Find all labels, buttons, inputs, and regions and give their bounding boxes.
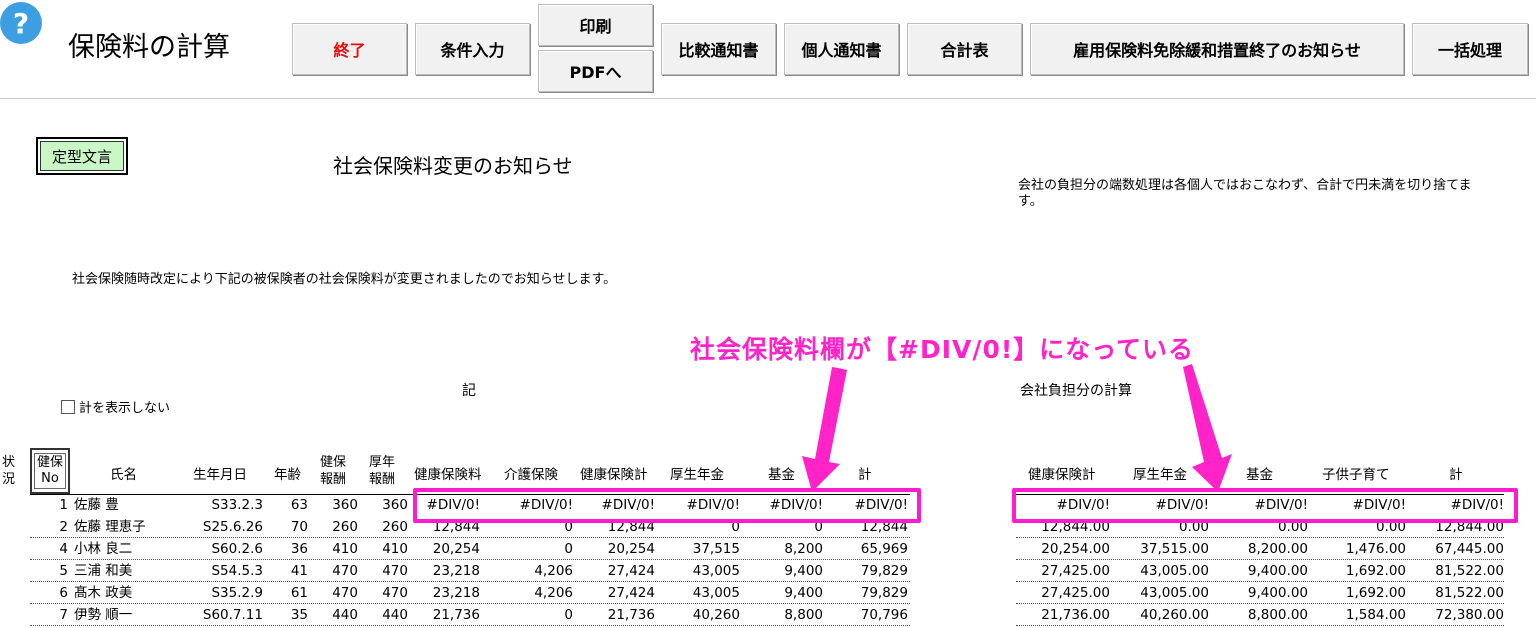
callout-arrows (802, 364, 1232, 492)
arrow-right (1183, 364, 1232, 492)
arrow-left (802, 367, 847, 492)
